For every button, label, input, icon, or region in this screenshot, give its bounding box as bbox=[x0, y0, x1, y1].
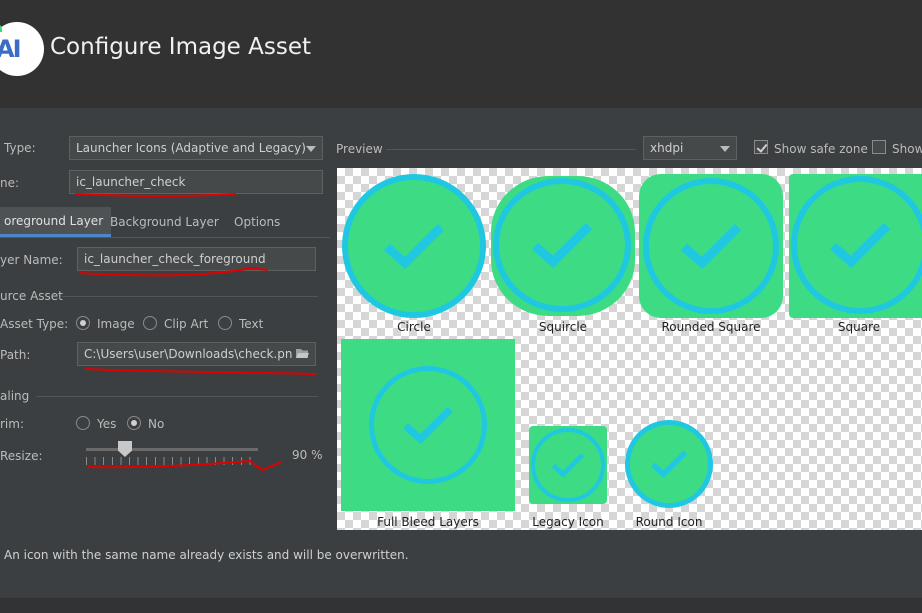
layer-tabs: oreground Layer Background Layer Options bbox=[0, 207, 330, 237]
square-label: Square bbox=[837, 320, 881, 334]
preview-divider bbox=[386, 149, 636, 150]
asset-type-clipart-label: Clip Art bbox=[164, 317, 209, 331]
asset-type-image-radio[interactable] bbox=[76, 316, 90, 330]
asset-type-label: Asset Type: bbox=[0, 317, 69, 331]
asset-type-text-label: Text bbox=[239, 317, 264, 331]
tab-foreground-layer[interactable]: oreground Layer bbox=[0, 207, 112, 237]
density-select[interactable]: xhdpi bbox=[643, 136, 737, 160]
resize-slider-track[interactable] bbox=[86, 448, 258, 451]
chevron-down-icon bbox=[720, 146, 730, 152]
logo-leaf-icon bbox=[0, 24, 2, 32]
scaling-divider bbox=[36, 396, 318, 397]
squircle-label: Squircle bbox=[538, 320, 588, 334]
round-preview-icon bbox=[625, 420, 713, 508]
squircle-preview-icon bbox=[493, 178, 631, 312]
square-preview-icon bbox=[791, 176, 922, 314]
bottom-bar bbox=[0, 598, 922, 613]
chevron-down-icon bbox=[306, 146, 316, 152]
preview-canvas: Circle Squircle Rounded Square Square Fu… bbox=[337, 168, 922, 530]
checkmark-icon bbox=[830, 222, 891, 269]
trim-no-radio[interactable] bbox=[127, 416, 141, 430]
checkmark-icon bbox=[681, 223, 742, 270]
asset-type-image-label: Image bbox=[97, 317, 135, 331]
round-icon-label: Round Icon bbox=[635, 515, 703, 529]
checkmark-icon bbox=[403, 406, 454, 445]
tab-options[interactable]: Options bbox=[226, 207, 288, 237]
preview-label: Preview bbox=[336, 142, 383, 156]
tab-background-layer[interactable]: Background Layer bbox=[102, 207, 227, 237]
checkmark-icon bbox=[551, 452, 585, 478]
name-input[interactable]: ic_launcher_check bbox=[69, 170, 323, 194]
show-grid-label: Show bbox=[892, 142, 922, 156]
show-safe-zone-checkbox[interactable] bbox=[754, 140, 768, 154]
full-bleed-label: Full Bleed Layers bbox=[377, 515, 479, 529]
source-asset-divider bbox=[62, 296, 318, 297]
name-input-value: ic_launcher_check bbox=[76, 175, 186, 189]
dialog-header: AI Configure Image Asset bbox=[0, 0, 922, 108]
layer-name-input[interactable]: ic_launcher_check_foreground bbox=[77, 247, 316, 271]
resize-value: 90 % bbox=[292, 448, 323, 462]
icon-type-value: Launcher Icons (Adaptive and Legacy) bbox=[76, 141, 306, 155]
asset-type-text-radio[interactable] bbox=[218, 316, 232, 330]
resize-slider-thumb[interactable] bbox=[118, 441, 132, 457]
icon-type-label: Type: bbox=[4, 141, 36, 155]
android-studio-logo-icon: AI bbox=[0, 22, 44, 76]
layer-name-label: yer Name: bbox=[0, 253, 63, 267]
icon-type-select[interactable]: Launcher Icons (Adaptive and Legacy) bbox=[69, 136, 323, 160]
trim-yes-label: Yes bbox=[97, 417, 117, 431]
path-input[interactable]: C:\Users\user\Downloads\check.pn bbox=[77, 342, 316, 366]
tab-divider bbox=[0, 237, 330, 238]
legacy-preview-icon bbox=[531, 428, 605, 502]
rounded-square-label: Rounded Square bbox=[661, 320, 761, 334]
density-value: xhdpi bbox=[650, 141, 684, 155]
name-label: ne: bbox=[0, 176, 20, 190]
layer-name-value: ic_launcher_check_foreground bbox=[84, 252, 266, 266]
dialog-title: Configure Image Asset bbox=[50, 34, 311, 60]
scaling-heading: aling bbox=[0, 389, 30, 403]
overwrite-warning: An icon with the same name already exist… bbox=[4, 548, 409, 562]
resize-label: Resize: bbox=[0, 449, 43, 463]
circle-label: Circle bbox=[397, 320, 431, 334]
circle-preview-icon bbox=[342, 174, 486, 318]
trim-yes-radio[interactable] bbox=[76, 416, 90, 430]
resize-slider-ticks bbox=[86, 457, 258, 465]
path-label: Path: bbox=[0, 348, 31, 362]
checkmark-icon bbox=[532, 222, 593, 269]
path-input-value: C:\Users\user\Downloads\check.pn bbox=[84, 347, 293, 361]
trim-label: rim: bbox=[0, 417, 24, 431]
show-grid-checkbox[interactable] bbox=[872, 140, 886, 154]
rounded-square-preview-icon bbox=[643, 178, 779, 314]
legacy-label: Legacy Icon bbox=[532, 515, 604, 529]
full-bleed-preview-icon bbox=[369, 366, 487, 484]
source-asset-heading: urce Asset bbox=[0, 289, 63, 303]
show-safe-zone-label: Show safe zone bbox=[774, 142, 868, 156]
logo-text: AI bbox=[0, 35, 21, 63]
checkmark-icon bbox=[384, 223, 445, 270]
checkmark-icon bbox=[651, 450, 688, 478]
folder-open-icon[interactable] bbox=[295, 347, 310, 360]
asset-type-clipart-radio[interactable] bbox=[143, 316, 157, 330]
trim-no-label: No bbox=[148, 417, 165, 431]
